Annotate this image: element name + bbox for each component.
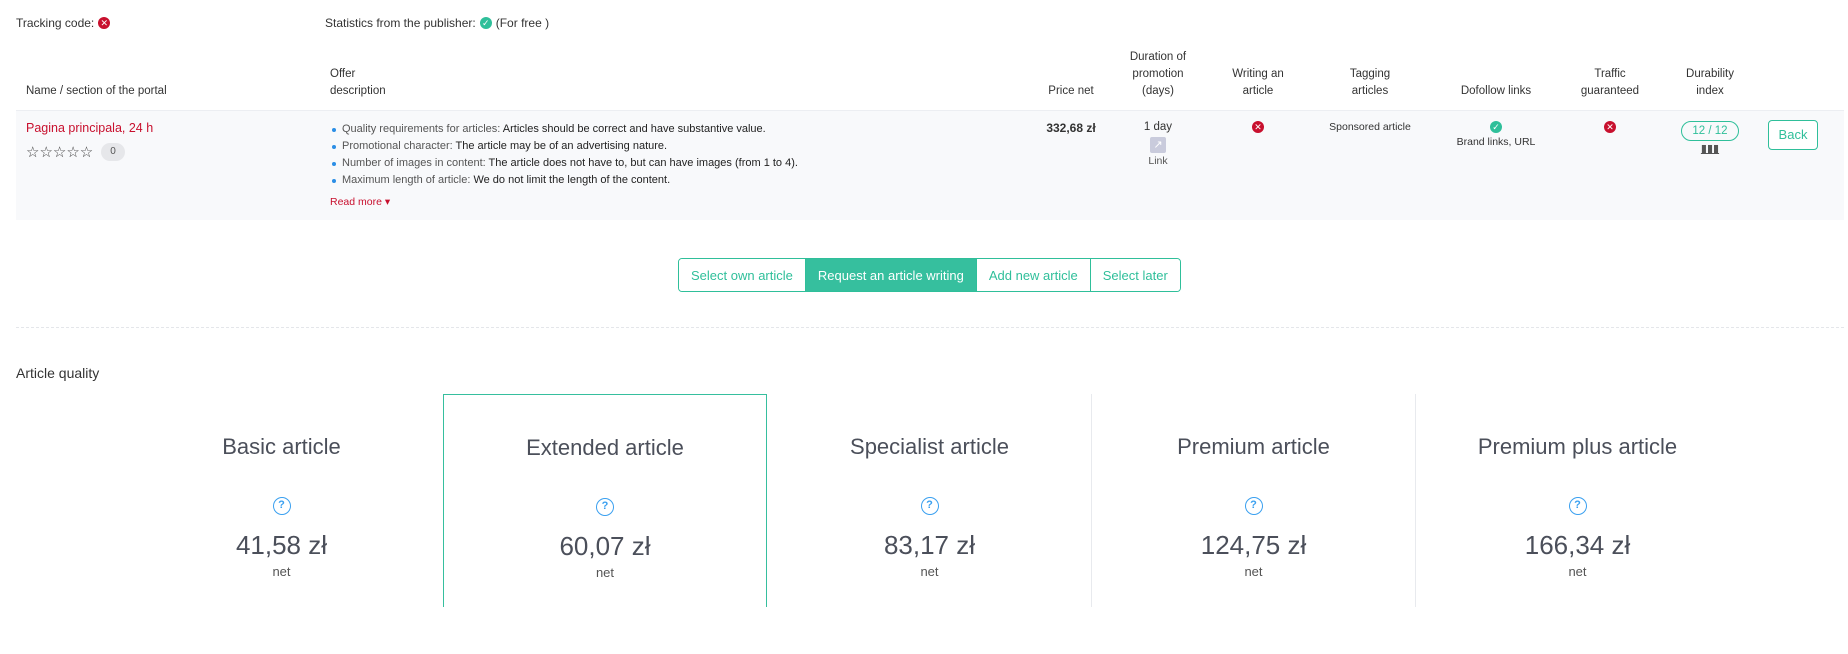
header-offer-line: description: [330, 85, 386, 97]
durability-badge[interactable]: 12 / 12: [1681, 121, 1739, 141]
article-option-group: Select own article Request an article wr…: [678, 258, 1181, 292]
article-quality-title: Article quality: [16, 365, 100, 381]
quality-card-premium-plus[interactable]: Premium plus article ? 166,34 zł net: [1415, 394, 1739, 607]
card-unit: net: [1244, 564, 1263, 579]
card-price: 60,07 zł: [559, 531, 651, 561]
tracking-code: Tracking code: ✕: [16, 16, 111, 30]
card-unit: net: [920, 564, 939, 579]
statistics-note: (For free ): [495, 16, 550, 30]
header-duration-line: (days): [1142, 85, 1174, 97]
header-durability-line: Durability: [1686, 68, 1734, 80]
header-price: Price net: [1048, 85, 1094, 97]
check-icon: ✓: [479, 17, 492, 29]
header-duration-line: Duration of: [1129, 51, 1187, 63]
help-icon[interactable]: ?: [1568, 497, 1587, 515]
header-tagging: Tagging articles: [1320, 66, 1420, 100]
rating: ☆☆☆☆☆ 0: [26, 143, 125, 161]
description-item: Maximum length of article: We do not lim…: [330, 172, 798, 189]
description-item: Promotional character: The article may b…: [330, 138, 798, 155]
description-label: Number of images in content:: [342, 157, 486, 169]
cross-icon: ✕: [1604, 121, 1616, 133]
check-icon: ✓: [1490, 121, 1502, 133]
description-item: Number of images in content: The article…: [330, 155, 798, 172]
card-title: Premium plus article: [1477, 434, 1678, 459]
add-new-article-button[interactable]: Add new article: [976, 259, 1091, 291]
header-durability-line: index: [1696, 85, 1724, 97]
back-button[interactable]: Back: [1768, 120, 1818, 150]
description-value: We do not limit the length of the conten…: [473, 174, 671, 186]
description-value: The article does not have to, but can ha…: [488, 157, 798, 169]
dofollow-cell: ✓ Brand links, URL: [1446, 121, 1546, 148]
card-price: 83,17 zł: [883, 530, 976, 560]
header-duration-line: promotion: [1132, 68, 1184, 80]
header-traffic-line: guaranteed: [1580, 85, 1640, 97]
description-value: Articles should be correct and have subs…: [502, 123, 766, 135]
quality-card-extended[interactable]: Extended article ? 60,07 zł net: [443, 394, 767, 607]
portal-name-link[interactable]: Pagina principala, 24 h: [26, 121, 153, 135]
quality-card-premium[interactable]: Premium article ? 124,75 zł net: [1091, 394, 1415, 607]
header-name: Name / section of the portal: [26, 85, 167, 97]
duration-cell: 1 day ↗ Link: [1120, 121, 1196, 167]
quality-card-specialist[interactable]: Specialist article ? 83,17 zł net: [767, 394, 1091, 607]
description-value: The article may be of an advertising nat…: [455, 140, 668, 152]
header-tagging-line: articles: [1351, 85, 1389, 97]
offer-description: Quality requirements for articles: Artic…: [330, 121, 798, 189]
quality-card-basic[interactable]: Basic article ? 41,58 zł net: [119, 394, 443, 607]
header-writing-line: Writing an: [1232, 68, 1284, 80]
select-own-article-button[interactable]: Select own article: [679, 259, 806, 291]
header-tagging-line: Tagging: [1349, 68, 1391, 80]
statistics-label: Statistics from the publisher:: [325, 16, 476, 30]
header-offer: Offer description: [330, 66, 386, 100]
price-net: 332,68 zł: [1046, 121, 1096, 135]
description-label: Promotional character:: [342, 140, 453, 152]
header-offer-line: Offer: [330, 68, 356, 80]
header-duration: Duration of promotion (days): [1120, 49, 1196, 100]
writing-article-cell: ✕: [1215, 121, 1301, 133]
card-price: 166,34 zł: [1524, 530, 1631, 560]
duration-link[interactable]: Link: [1120, 155, 1196, 167]
dofollow-note: Brand links, URL: [1456, 136, 1536, 148]
description-item: Quality requirements for articles: Artic…: [330, 121, 798, 138]
help-icon[interactable]: ?: [1244, 497, 1263, 515]
tracking-code-label: Tracking code:: [16, 16, 95, 30]
article-quality-cards: Basic article ? 41,58 zł net Extended ar…: [119, 394, 1739, 607]
cross-icon: ✕: [98, 17, 111, 29]
divider: [16, 327, 1844, 328]
tagging-value: Sponsored article: [1329, 121, 1411, 133]
publisher-statistics: Statistics from the publisher: ✓ (For fr…: [325, 16, 549, 30]
traffic-cell: ✕: [1565, 121, 1655, 133]
external-link-icon[interactable]: ↗: [1150, 137, 1166, 153]
card-title: Basic article: [222, 434, 341, 459]
star-rating-icon[interactable]: ☆☆☆☆☆: [26, 143, 93, 161]
request-article-writing-button[interactable]: Request an article writing: [805, 259, 977, 291]
card-price: 41,58 zł: [235, 530, 328, 560]
header-dofollow: Dofollow links: [1460, 85, 1532, 97]
card-unit: net: [1568, 564, 1587, 579]
header-writing: Writing an article: [1215, 66, 1301, 100]
description-label: Maximum length of article:: [342, 174, 471, 186]
help-icon[interactable]: ?: [920, 497, 939, 515]
card-title: Specialist article: [850, 434, 1009, 459]
header-traffic-line: Traffic: [1594, 68, 1626, 80]
description-label: Quality requirements for articles:: [342, 123, 501, 135]
duration-value: 1 day: [1143, 121, 1173, 133]
bar-chart-icon[interactable]: ▮▮▮: [1670, 142, 1750, 155]
header-durability: Durability index: [1670, 66, 1750, 100]
card-unit: net: [595, 565, 615, 580]
header-traffic: Traffic guaranteed: [1565, 66, 1655, 100]
read-more-link[interactable]: Read more ▾: [330, 196, 390, 208]
card-title: Premium article: [1177, 434, 1330, 459]
card-price: 124,75 zł: [1200, 530, 1307, 560]
card-title: Extended article: [526, 435, 684, 460]
card-unit: net: [272, 564, 291, 579]
durability-cell: 12 / 12 ▮▮▮: [1670, 121, 1750, 155]
cross-icon: ✕: [1252, 121, 1264, 133]
help-icon[interactable]: ?: [596, 498, 614, 516]
rating-count-badge: 0: [101, 143, 125, 161]
select-later-button[interactable]: Select later: [1090, 259, 1180, 291]
header-writing-line: article: [1242, 85, 1274, 97]
help-icon[interactable]: ?: [272, 497, 291, 515]
